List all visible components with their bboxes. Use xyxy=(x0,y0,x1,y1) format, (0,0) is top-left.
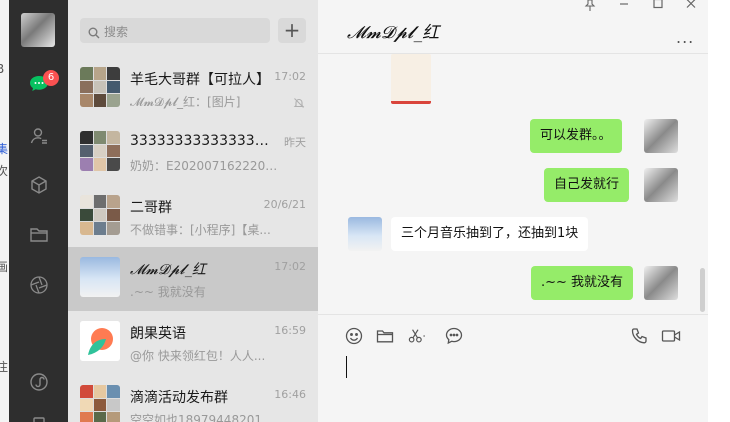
conversation-time: 16:59 xyxy=(274,324,306,337)
moments-icon[interactable] xyxy=(27,273,51,297)
scrollbar[interactable] xyxy=(700,268,705,312)
desktop-label: B xyxy=(0,62,5,76)
message-bubble-in[interactable]: 三个月音乐抽到了，还抽到1块 xyxy=(391,217,589,251)
conversation-name: 33333333333333333... xyxy=(130,133,270,149)
message-bubble-out[interactable]: 自己发就行 xyxy=(544,168,630,202)
conversation-time: 16:46 xyxy=(274,388,306,401)
conversation-item[interactable]: 二哥群 20/6/21 不做错事：[小程序]【桌... xyxy=(68,185,318,249)
mini-program-icon[interactable] xyxy=(27,370,51,394)
chat-history-icon[interactable] xyxy=(444,327,464,345)
search-icon xyxy=(88,24,100,43)
conversation-name: 滴滴活动发布群 xyxy=(130,390,228,406)
more-options-icon[interactable]: ... xyxy=(676,28,694,47)
close-icon[interactable] xyxy=(685,0,697,16)
conversation-time: 昨天 xyxy=(284,136,306,149)
mute-bell-icon xyxy=(293,94,305,113)
voice-call-icon[interactable] xyxy=(629,327,649,345)
favorites-cube-icon[interactable] xyxy=(27,173,51,197)
group-avatar xyxy=(80,67,120,107)
add-chat-button[interactable]: + xyxy=(278,18,306,43)
header-divider xyxy=(318,53,708,54)
conversation-list: 搜索 + 羊毛大哥群【可拉人】 17:02 𝓜𝓶𝓓𝓹𝓵_红：[图片] 33333… xyxy=(68,0,318,422)
conversation-name: 𝓜𝓶𝓓𝓹𝓵_红 xyxy=(130,262,206,278)
message-bubble-out[interactable]: 可以发群。。 xyxy=(530,119,622,153)
conversation-time: 20/6/21 xyxy=(263,198,306,211)
desktop-label: 次 xyxy=(0,164,9,178)
files-folder-icon[interactable] xyxy=(27,223,51,247)
chat-pane: 𝓜𝓶𝓓𝓹𝓵_红 ... 可以发群。。 自己发就行 三个月音乐抽到了，还抽到1块 … xyxy=(318,0,708,422)
user-avatar[interactable] xyxy=(21,13,55,47)
conversation-name: 朗果英语 xyxy=(130,326,186,342)
contacts-icon[interactable] xyxy=(27,124,51,148)
self-avatar[interactable] xyxy=(644,119,678,153)
self-avatar[interactable] xyxy=(644,168,678,202)
group-avatar xyxy=(80,195,120,235)
conversation-name: 羊毛大哥群【可拉人】 xyxy=(130,72,270,88)
desktop-label: 集 xyxy=(0,142,9,156)
conversation-name: 二哥群 xyxy=(130,200,172,216)
phone-icon[interactable] xyxy=(27,410,51,422)
search-input[interactable]: 搜索 xyxy=(80,18,270,43)
group-avatar xyxy=(80,131,120,171)
contact-avatar xyxy=(80,257,120,297)
contact-avatar[interactable] xyxy=(348,217,382,251)
conversation-time: 17:02 xyxy=(274,260,306,273)
group-avatar xyxy=(80,385,120,422)
conversation-item[interactable]: 羊毛大哥群【可拉人】 17:02 𝓜𝓶𝓓𝓹𝓵_红：[图片] xyxy=(68,57,318,121)
image-message[interactable] xyxy=(391,54,431,104)
conversation-preview: 空空如也18979448201 xyxy=(130,413,262,422)
video-call-icon[interactable] xyxy=(660,327,682,345)
desktop-label: 注 xyxy=(0,360,9,374)
desktop-edge: B 集 次 画 注 xyxy=(0,0,9,422)
sidebar-rail: 6 xyxy=(9,0,68,422)
conversation-item[interactable]: 朗果英语 16:59 @你 快来领红包！人人... xyxy=(68,311,318,375)
folder-icon[interactable] xyxy=(375,327,395,345)
input-divider xyxy=(318,314,708,315)
conversation-item[interactable]: 33333333333333333... 昨天 奶奶：E202007162220… xyxy=(68,121,318,185)
unread-badge: 6 xyxy=(43,70,59,86)
conversation-preview: .~~ 我就没有 xyxy=(130,285,206,299)
desktop-label: 画 xyxy=(0,260,9,274)
pin-icon[interactable] xyxy=(584,0,596,16)
self-avatar[interactable] xyxy=(644,266,678,300)
conversation-preview: 不做错事：[小程序]【桌... xyxy=(130,223,271,237)
message-input-caret[interactable] xyxy=(346,356,347,378)
conversation-preview: @你 快来领红包！人人... xyxy=(130,349,266,363)
conversation-preview: 𝓜𝓶𝓓𝓹𝓵_红：[图片] xyxy=(130,95,241,109)
message-bubble-out[interactable]: .~~ 我就没有 xyxy=(531,266,634,300)
screenshot-scissors-icon[interactable] xyxy=(408,327,428,345)
background-edge xyxy=(708,0,730,422)
minimize-icon[interactable] xyxy=(618,0,630,16)
emoji-icon[interactable] xyxy=(344,327,364,345)
maximize-icon[interactable] xyxy=(652,0,664,16)
conversation-item-active[interactable]: 𝓜𝓶𝓓𝓹𝓵_红 17:02 .~~ 我就没有 xyxy=(68,247,318,311)
conversation-item[interactable]: 滴滴活动发布群 16:46 空空如也18979448201 xyxy=(68,375,318,422)
conversation-preview: 奶奶：E2020071622202... xyxy=(130,159,280,173)
brand-avatar xyxy=(80,321,120,361)
search-placeholder: 搜索 xyxy=(104,25,129,39)
chat-title: 𝓜𝓶𝓓𝓹𝓵_红 xyxy=(347,23,440,43)
conversation-time: 17:02 xyxy=(274,70,306,83)
